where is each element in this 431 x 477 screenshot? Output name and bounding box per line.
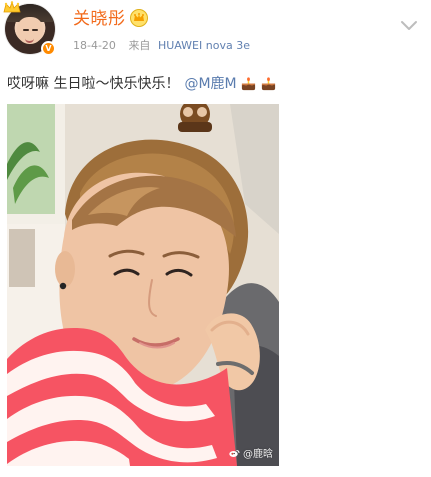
- post-text: 哎呀嘛 生日啦～快乐快乐！ @M鹿M: [7, 75, 277, 93]
- birthday-cake-icon: [241, 76, 255, 90]
- device-name: HUAWEI nova 3e: [157, 39, 250, 52]
- chevron-down-icon[interactable]: [398, 14, 420, 36]
- avatar-eye-left: [23, 29, 29, 31]
- avatar-eye-right: [32, 29, 38, 31]
- post-header: V 关晓彤 18-4-20 来自 HUAWEI nova 3e: [0, 0, 431, 70]
- mention-link[interactable]: @M鹿M: [184, 75, 236, 93]
- weibo-icon: [229, 449, 240, 457]
- watermark-text: @鹿晗: [243, 449, 273, 460]
- vip-crown-icon: [130, 9, 148, 27]
- source-prefix: 来自: [128, 39, 151, 52]
- post-photo[interactable]: @鹿晗: [7, 104, 279, 466]
- post-time: 18-4-20: [73, 39, 116, 52]
- birthday-cake-icon: [261, 76, 275, 90]
- post-meta: 18-4-20 来自 HUAWEI nova 3e: [73, 39, 250, 53]
- post-body-text: 哎呀嘛 生日啦～快乐快乐！: [7, 76, 180, 92]
- user-avatar-wrap[interactable]: V: [3, 1, 58, 57]
- user-name[interactable]: 关晓彤: [73, 8, 126, 30]
- photo-illustration: [7, 104, 279, 466]
- verified-badge-icon: V: [41, 41, 56, 56]
- photo-watermark: @鹿晗: [228, 445, 273, 460]
- crown-icon: [3, 1, 21, 13]
